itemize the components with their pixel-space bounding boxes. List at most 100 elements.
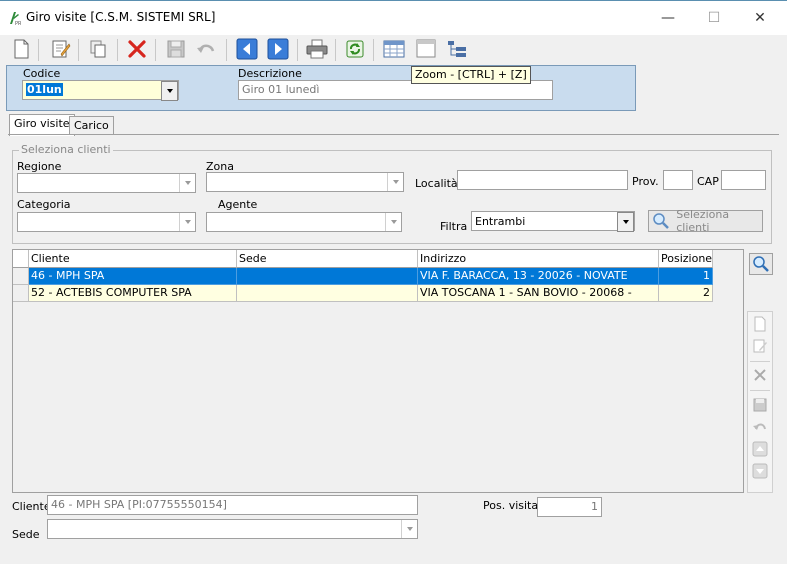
refresh-icon[interactable] — [342, 36, 368, 62]
chevron-down-icon[interactable] — [617, 212, 634, 232]
cell-posizione: 1 — [659, 268, 713, 285]
cell-posizione: 2 — [659, 285, 713, 302]
codice-value: 01lun — [26, 83, 63, 96]
sede-label: Sede — [12, 528, 40, 541]
toolbar-separator — [78, 39, 79, 61]
chevron-down-icon[interactable] — [385, 213, 401, 231]
delete-row-icon[interactable] — [750, 365, 770, 385]
next-icon[interactable] — [265, 36, 291, 62]
tab-divider — [8, 134, 779, 135]
column-sede[interactable]: Sede — [237, 250, 418, 268]
pos-visita-field[interactable]: 1 — [537, 497, 602, 517]
column-cliente[interactable]: Cliente — [29, 250, 237, 268]
chevron-down-icon[interactable] — [401, 520, 417, 538]
app-logo-icon: PRO — [7, 10, 25, 27]
regione-label: Regione — [17, 160, 62, 173]
undo-icon[interactable] — [193, 36, 219, 62]
maximize-button[interactable]: ☐ — [691, 1, 737, 35]
categoria-label: Categoria — [17, 198, 71, 211]
clients-grid: Cliente Sede Indirizzo Posizione 46 - MP… — [12, 249, 744, 493]
print-icon[interactable] — [304, 36, 330, 62]
column-indirizzo[interactable]: Indirizzo — [418, 250, 659, 268]
undo-row-icon[interactable] — [750, 417, 770, 437]
codice-combo[interactable]: 01lun — [22, 80, 179, 101]
toolbar-separator — [297, 39, 298, 61]
window-title: Giro visite [C.S.M. SISTEMI SRL] — [26, 10, 216, 24]
delete-icon[interactable] — [124, 36, 150, 62]
filtra-label: Filtra — [440, 220, 468, 233]
title-bar: PRO Giro visite [C.S.M. SISTEMI SRL] — ☐… — [0, 1, 787, 35]
search-icon — [653, 213, 669, 229]
app-window: PRO Giro visite [C.S.M. SISTEMI SRL] — ☐… — [0, 0, 787, 564]
grid-view-icon[interactable] — [381, 36, 407, 62]
localita-label: Località — [415, 177, 458, 190]
filtra-value: Entrambi — [475, 215, 526, 228]
tab-carico[interactable]: Carico — [69, 116, 114, 135]
group-legend: Seleziona clienti — [19, 143, 113, 156]
cliente-field[interactable]: 46 - MPH SPA [PI:07755550154] — [47, 495, 418, 515]
edit-icon[interactable] — [48, 36, 74, 62]
cell-cliente: 52 - ACTEBIS COMPUTER SPA — [29, 285, 237, 302]
row-header-corner — [13, 250, 29, 268]
previous-icon[interactable] — [234, 36, 260, 62]
localita-field[interactable] — [457, 170, 628, 190]
pos-visita-label: Pos. visita — [483, 499, 539, 512]
sede-combo[interactable] — [47, 519, 418, 539]
panel-separator — [750, 390, 770, 391]
chevron-down-icon[interactable] — [179, 174, 195, 192]
move-down-icon[interactable] — [750, 461, 770, 481]
seleziona-clienti-label: Seleziona clienti — [676, 208, 730, 234]
seleziona-clienti-button[interactable]: Seleziona clienti — [648, 208, 763, 234]
prov-field[interactable] — [663, 170, 693, 190]
edit-row-icon[interactable] — [750, 336, 770, 356]
cell-indirizzo: VIA TOSCANA 1 - SAN BOVIO - 20068 - — [418, 285, 659, 302]
descrizione-label: Descrizione — [238, 67, 302, 80]
row-indicator — [13, 285, 29, 302]
new-row-icon[interactable] — [750, 314, 770, 334]
svg-text:PRO: PRO — [15, 21, 21, 26]
toolbar-separator — [38, 39, 39, 61]
zona-combo[interactable] — [206, 172, 404, 192]
save-icon[interactable] — [163, 36, 189, 62]
new-icon[interactable] — [8, 36, 34, 62]
table-row[interactable]: 46 - MPH SPA VIA F. BARACCA, 13 - 20026 … — [13, 268, 713, 285]
toolbar-separator — [155, 39, 156, 61]
search-icon — [753, 256, 769, 272]
row-indicator — [13, 268, 29, 285]
column-posizione[interactable]: Posizione — [659, 250, 713, 268]
cliente-label: Cliente — [12, 500, 51, 513]
save-row-icon[interactable] — [750, 395, 770, 415]
zoom-tooltip: Zoom - [CTRL] + [Z] — [411, 66, 531, 84]
copy-icon[interactable] — [85, 36, 111, 62]
cell-cliente: 46 - MPH SPA — [29, 268, 237, 285]
zoom-icon[interactable] — [413, 36, 439, 62]
chevron-down-icon[interactable] — [161, 81, 178, 101]
categoria-combo[interactable] — [17, 212, 196, 232]
toolbar-separator — [335, 39, 336, 61]
cap-label: CAP — [697, 175, 719, 188]
cap-field[interactable] — [721, 170, 766, 190]
chevron-down-icon[interactable] — [387, 173, 403, 191]
tree-icon[interactable] — [444, 36, 470, 62]
tab-giro-visite[interactable]: Giro visite — [9, 114, 75, 136]
zoom-grid-button[interactable] — [749, 253, 773, 275]
codice-label: Codice — [23, 67, 61, 80]
toolbar-separator — [373, 39, 374, 61]
move-up-icon[interactable] — [750, 439, 770, 459]
prov-label: Prov. — [632, 175, 659, 188]
cell-sede — [237, 285, 418, 302]
cell-indirizzo: VIA F. BARACCA, 13 - 20026 - NOVATE — [418, 268, 659, 285]
grid-actions-panel — [747, 311, 773, 493]
cell-sede — [237, 268, 418, 285]
agente-label: Agente — [218, 198, 258, 211]
close-button[interactable]: ✕ — [737, 1, 783, 35]
chevron-down-icon[interactable] — [179, 213, 195, 231]
regione-combo[interactable] — [17, 173, 196, 193]
filtra-combo[interactable]: Entrambi — [471, 211, 635, 232]
toolbar-separator — [226, 39, 227, 61]
minimize-button[interactable]: — — [645, 1, 691, 35]
agente-combo[interactable] — [206, 212, 402, 232]
panel-separator — [750, 361, 770, 362]
table-row[interactable]: 52 - ACTEBIS COMPUTER SPA VIA TOSCANA 1 … — [13, 285, 713, 302]
toolbar-separator — [117, 39, 118, 61]
